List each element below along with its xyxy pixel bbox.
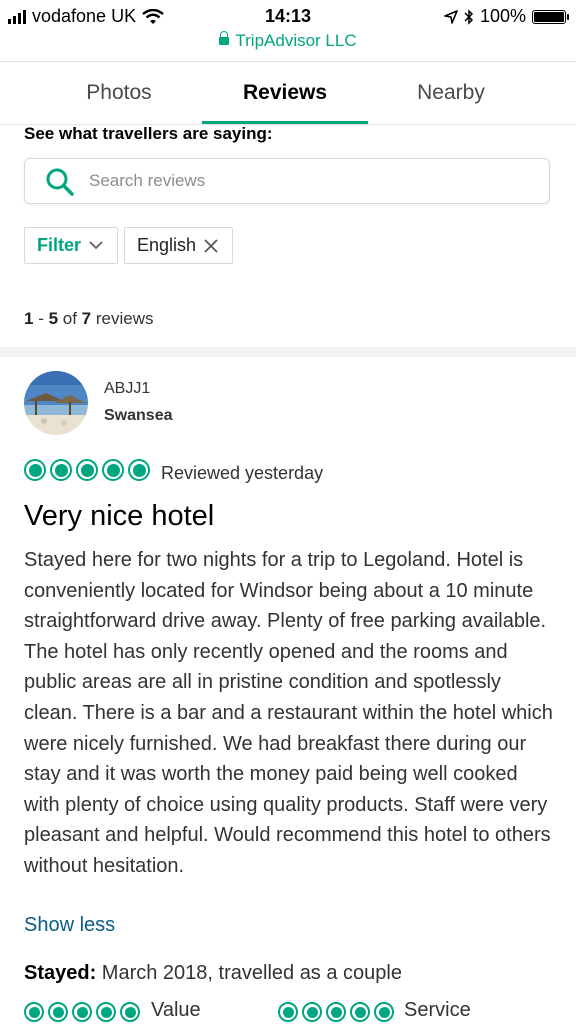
rating-bubble-fill: [132, 463, 146, 477]
rating-bubble-fill: [124, 1006, 136, 1018]
filter-label: Filter: [37, 235, 82, 255]
stayed-info: Stayed: March 2018, travelled as a coupl…: [24, 962, 402, 985]
rating-bubble-icon: [102, 459, 124, 481]
search-box[interactable]: [24, 158, 550, 204]
url-bar[interactable]: TripAdvisor LLC: [0, 30, 576, 51]
rating-bubble-icon: [48, 1002, 68, 1022]
reviewer-username[interactable]: ABJJ1: [104, 380, 150, 398]
stayed-label: Stayed:: [24, 962, 97, 984]
tab-photos[interactable]: Photos: [36, 62, 202, 124]
tab-reviews[interactable]: Reviews: [202, 62, 368, 124]
tab-label: Photos: [86, 81, 152, 104]
rating-bubble-icon: [50, 459, 72, 481]
rating-bubble-icon: [72, 1002, 92, 1022]
tab-nearby[interactable]: Nearby: [368, 62, 534, 124]
range-end: 5: [48, 309, 59, 328]
close-icon[interactable]: [204, 238, 218, 253]
rating-bubble-icon: [24, 459, 46, 481]
rating-bubbles: [24, 459, 150, 481]
rating-bubble-fill: [54, 463, 68, 477]
lock-icon: [219, 30, 230, 45]
rating-bubble-fill: [282, 1006, 294, 1018]
rating-bubble-fill: [354, 1006, 366, 1018]
rating-bubble-fill: [378, 1006, 390, 1018]
rating-bubble-icon: [96, 1002, 116, 1022]
rating-bubble-fill: [330, 1006, 342, 1018]
service-rating-bubbles: [278, 1002, 394, 1022]
show-less-link[interactable]: Show less: [24, 914, 115, 937]
search-input[interactable]: [89, 168, 529, 194]
of-text: of: [58, 309, 82, 328]
review-title[interactable]: Very nice hotel: [24, 500, 214, 533]
battery-percent: 100%: [479, 6, 526, 26]
status-bar: vodafone UK 14:13 100%: [0, 0, 576, 32]
rating-bubble-fill: [100, 1006, 112, 1018]
filter-button[interactable]: Filter: [24, 227, 118, 264]
subrating-label-service: Service: [404, 999, 471, 1021]
rating-bubble-icon: [24, 1002, 44, 1022]
avatar-image: [24, 371, 88, 435]
location-arrow-icon: [444, 9, 458, 24]
language-label: English: [137, 235, 197, 255]
subrating-label-value: Value: [151, 999, 201, 1021]
rating-bubble-fill: [52, 1006, 64, 1018]
rating-bubble-fill: [80, 463, 94, 477]
rating-bubble-fill: [28, 1006, 40, 1018]
url-label: TripAdvisor LLC: [235, 31, 357, 50]
range-separator: -: [33, 309, 49, 328]
rating-bubble-icon: [350, 1002, 370, 1022]
stayed-value: March 2018, travelled as a couple: [96, 962, 402, 984]
rating-bubble-icon: [374, 1002, 394, 1022]
rating-bubble-fill: [76, 1006, 88, 1018]
rating-bubble-icon: [326, 1002, 346, 1022]
count-suffix: reviews: [91, 309, 154, 328]
rating-bubble-fill: [106, 463, 120, 477]
rating-bubble-fill: [28, 463, 42, 477]
bluetooth-icon: [464, 8, 474, 25]
rating-bubble-icon: [278, 1002, 298, 1022]
search-icon: [46, 168, 74, 196]
total-count: 7: [81, 309, 92, 328]
reviewer-location: Swansea: [104, 407, 173, 424]
rating-bubble-icon: [128, 459, 150, 481]
battery-icon: [532, 9, 569, 24]
review-body: Stayed here for two nights for a trip to…: [24, 549, 553, 877]
tab-bar: Photos Reviews Nearby: [0, 62, 576, 124]
section-divider: [0, 347, 576, 357]
chevron-down-icon: [89, 241, 103, 250]
results-count: 1 - 5 of 7 reviews: [24, 309, 154, 329]
rating-bubble-icon: [302, 1002, 322, 1022]
language-chip[interactable]: English: [124, 227, 233, 264]
battery-fill: [534, 11, 564, 22]
status-right: 100%: [444, 6, 569, 27]
reviewed-date: Reviewed yesterday: [161, 463, 324, 483]
tab-label: Nearby: [417, 81, 485, 104]
section-heading: See what travellers are saying:: [24, 124, 273, 143]
rating-bubble-fill: [306, 1006, 318, 1018]
avatar[interactable]: [24, 371, 88, 435]
value-rating-bubbles: [24, 1002, 140, 1022]
rating-bubble-icon: [76, 459, 98, 481]
rating-bubble-icon: [120, 1002, 140, 1022]
tab-label: Reviews: [242, 81, 328, 104]
